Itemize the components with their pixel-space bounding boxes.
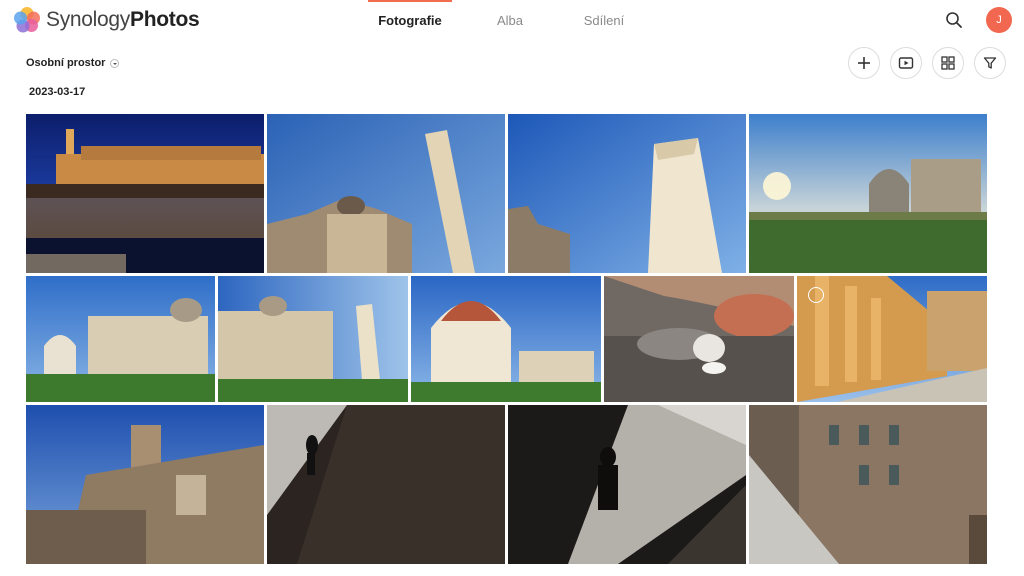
date-group-label: 2023-03-17 — [29, 86, 86, 98]
play-icon — [898, 57, 914, 69]
main-tabs: Fotografie Alba Sdílení — [368, 0, 646, 42]
filter-icon — [983, 57, 997, 69]
view-mode-button[interactable] — [932, 47, 964, 79]
top-bar: SynologyPhotos Fotografie Alba Sdílení J — [0, 0, 1024, 42]
photo-leaning-tower-cathedral[interactable] — [267, 114, 505, 273]
chevron-down-icon — [110, 58, 120, 68]
tab-albums[interactable]: Alba — [468, 0, 552, 42]
tab-sharing[interactable]: Sdílení — [562, 0, 646, 42]
tab-photos[interactable]: Fotografie — [368, 0, 452, 42]
app-title-bold: Photos — [130, 8, 200, 31]
select-checkbox[interactable] — [808, 287, 824, 303]
app-title-light: Synology — [46, 8, 130, 31]
photo-arched-colonnade[interactable] — [797, 276, 987, 402]
plus-icon — [858, 57, 870, 69]
photo-old-street-facade[interactable] — [749, 405, 987, 564]
photo-baptistery-sunset[interactable] — [749, 114, 987, 273]
filter-button[interactable] — [974, 47, 1006, 79]
synology-photos-logo — [12, 5, 42, 35]
photo-shadow-figure-light[interactable] — [508, 405, 746, 564]
photo-baptistery-dome[interactable] — [411, 276, 601, 402]
space-label: Osobní prostor — [26, 57, 106, 69]
photo-baptistery-cathedral-lawn[interactable] — [26, 276, 215, 402]
search-icon — [946, 12, 962, 28]
photo-hilltown-walls[interactable] — [26, 405, 264, 564]
photo-cat-sunbathing[interactable] — [604, 276, 794, 402]
photo-leaning-tower-closeup[interactable] — [508, 114, 746, 273]
app-title: SynologyPhotos — [46, 8, 200, 32]
slideshow-button[interactable] — [890, 47, 922, 79]
photo-cathedral-tower-view[interactable] — [218, 276, 408, 402]
photo-pisa-night-riverside[interactable] — [26, 114, 264, 273]
space-selector[interactable]: Osobní prostor — [26, 54, 120, 72]
photo-shadow-wall-walker[interactable] — [267, 405, 505, 564]
add-button[interactable] — [848, 47, 880, 79]
search-button[interactable] — [940, 6, 968, 34]
grid-icon — [941, 56, 955, 70]
user-avatar[interactable]: J — [986, 7, 1012, 33]
